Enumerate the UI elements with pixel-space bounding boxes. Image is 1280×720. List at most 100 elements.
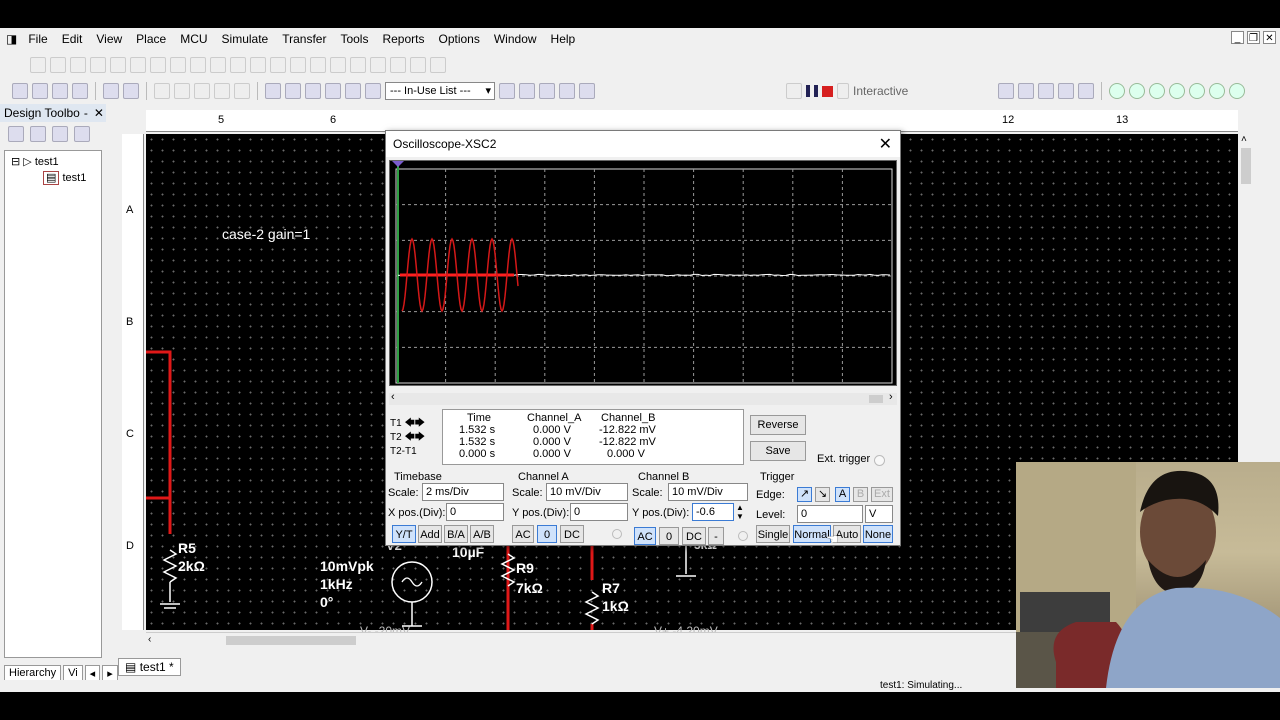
cut-icon[interactable] xyxy=(154,83,170,99)
menu-reports[interactable]: Reports xyxy=(375,28,431,50)
single-button[interactable]: Single xyxy=(756,525,790,543)
arrow-left-icon[interactable]: 🡄 xyxy=(404,418,414,429)
diode-tool-icon[interactable] xyxy=(150,57,166,73)
menu-file[interactable]: File xyxy=(21,28,54,50)
mcu-tool-icon[interactable] xyxy=(390,57,406,73)
channel-a-scale-field[interactable]: 10 mV/Div xyxy=(546,483,628,501)
save-icon[interactable] xyxy=(72,83,88,99)
run-icon[interactable] xyxy=(786,83,802,99)
arrow-right-icon[interactable]: 🡆 xyxy=(415,432,425,443)
bus-entry-tool-icon[interactable] xyxy=(430,57,446,73)
app-icon[interactable]: ◨ xyxy=(0,28,21,50)
tree-root[interactable]: ⊟ ▷ test1 xyxy=(11,155,59,168)
trigger-source-b-button[interactable]: B xyxy=(853,487,868,502)
probe-digital-icon[interactable] xyxy=(1209,83,1225,99)
menu-simulate[interactable]: Simulate xyxy=(215,28,276,50)
mixed-tool-icon[interactable] xyxy=(270,57,286,73)
r7-symbol[interactable] xyxy=(586,592,598,624)
source-tool-icon[interactable] xyxy=(110,57,126,73)
restore-icon[interactable]: ❐ xyxy=(1247,31,1260,44)
back-annotate-icon[interactable] xyxy=(519,83,535,99)
probe-ref-icon[interactable] xyxy=(1189,83,1205,99)
x-pos-field[interactable]: 0 xyxy=(446,503,504,521)
database-icon[interactable] xyxy=(305,83,321,99)
wire-r5[interactable] xyxy=(146,352,170,534)
channel-b-dc-button[interactable]: DC xyxy=(682,527,706,545)
redo-icon[interactable] xyxy=(234,83,250,99)
ba-mode-button[interactable]: B/A xyxy=(444,525,468,543)
wire-tool-icon[interactable] xyxy=(30,57,46,73)
scroll-thumb[interactable] xyxy=(869,395,883,403)
rf-tool-icon[interactable] xyxy=(350,57,366,73)
erc-icon[interactable] xyxy=(499,83,515,99)
forward-annotate-icon[interactable] xyxy=(539,83,555,99)
menu-tools[interactable]: Tools xyxy=(333,28,375,50)
component-wizard-icon[interactable] xyxy=(365,83,381,99)
full-screen-icon[interactable] xyxy=(1078,83,1094,99)
print-preview-icon[interactable] xyxy=(123,83,139,99)
probe-current-icon[interactable] xyxy=(1129,83,1145,99)
copy-icon[interactable] xyxy=(174,83,190,99)
screen-scrollbar[interactable]: ‹ › xyxy=(389,393,897,405)
probe-power-icon[interactable] xyxy=(1149,83,1165,99)
channel-a-ypos-field[interactable]: 0 xyxy=(570,503,628,521)
menu-place[interactable]: Place xyxy=(129,28,173,50)
open-file-icon[interactable] xyxy=(32,83,48,99)
power-tool-icon[interactable] xyxy=(310,57,326,73)
probe-diff-icon[interactable] xyxy=(1169,83,1185,99)
rising-edge-icon[interactable]: ↗ xyxy=(797,487,812,502)
new-design-icon[interactable] xyxy=(8,126,24,142)
close-icon[interactable]: ✕ xyxy=(94,106,104,120)
save-design-icon[interactable] xyxy=(52,126,68,142)
ext-trigger-terminal[interactable] xyxy=(874,455,885,466)
toggle-grid-icon[interactable] xyxy=(265,83,281,99)
channel-a-zero-button[interactable]: 0 xyxy=(537,525,557,543)
tree-child[interactable]: ▤ test1 xyxy=(43,171,86,184)
oscilloscope-titlebar[interactable]: Oscilloscope-XSC2 ✕ xyxy=(386,131,900,157)
cmos-tool-icon[interactable] xyxy=(230,57,246,73)
hier-block-tool-icon[interactable] xyxy=(410,57,426,73)
scroll-thumb[interactable] xyxy=(1241,148,1251,184)
menu-window[interactable]: Window xyxy=(487,28,544,50)
help-icon[interactable] xyxy=(579,83,595,99)
menu-options[interactable]: Options xyxy=(432,28,487,50)
in-use-list-select[interactable]: --- In-Use List --- xyxy=(385,82,495,100)
ttl-tool-icon[interactable] xyxy=(210,57,226,73)
falling-edge-icon[interactable]: ↘ xyxy=(815,487,830,502)
zoom-out-icon[interactable] xyxy=(1018,83,1034,99)
menu-mcu[interactable]: MCU xyxy=(173,28,214,50)
zoom-fit-icon[interactable] xyxy=(1058,83,1074,99)
ypos-spinner[interactable]: ▲ ▼ xyxy=(736,503,744,521)
reverse-button[interactable]: Reverse xyxy=(750,415,806,435)
channel-b-ypos-field[interactable]: -0.6 xyxy=(692,503,734,521)
undo-icon[interactable] xyxy=(214,83,230,99)
channel-a-dc-button[interactable]: DC xyxy=(560,525,584,543)
close-icon[interactable]: ✕ xyxy=(1263,31,1276,44)
open-design-icon[interactable] xyxy=(30,126,46,142)
menu-transfer[interactable]: Transfer xyxy=(275,28,333,50)
arrow-left-icon[interactable]: 🡄 xyxy=(404,432,414,443)
collapse-icon[interactable]: ⊟ xyxy=(11,156,20,168)
level-unit-field[interactable]: V xyxy=(865,505,893,523)
scroll-left-icon[interactable]: ‹ xyxy=(148,634,151,645)
misc-digital-tool-icon[interactable] xyxy=(250,57,266,73)
scroll-left-icon[interactable]: ‹ xyxy=(391,391,395,403)
channel-a-ac-button[interactable]: AC xyxy=(512,525,534,543)
channel-b-ac-button[interactable]: AC xyxy=(634,527,656,545)
r5-symbol[interactable] xyxy=(164,550,176,582)
print-icon[interactable] xyxy=(103,83,119,99)
basic-tool-icon[interactable] xyxy=(130,57,146,73)
menu-help[interactable]: Help xyxy=(544,28,583,50)
wire-bottom[interactable] xyxy=(508,624,592,630)
channel-b-invert-button[interactable]: - xyxy=(708,527,724,545)
probe-settings-icon[interactable] xyxy=(1229,83,1245,99)
channel-b-terminal[interactable] xyxy=(738,531,748,541)
zoom-area-icon[interactable] xyxy=(1038,83,1054,99)
menu-edit[interactable]: Edit xyxy=(55,28,90,50)
oscilloscope-screen[interactable] xyxy=(389,160,897,386)
save-button[interactable]: Save xyxy=(750,441,806,461)
trigger-source-ext-button[interactable]: Ext xyxy=(871,487,893,502)
add-mode-button[interactable]: Add xyxy=(418,525,442,543)
postprocessor-icon[interactable] xyxy=(345,83,361,99)
interactive-label[interactable]: Interactive xyxy=(853,84,908,98)
